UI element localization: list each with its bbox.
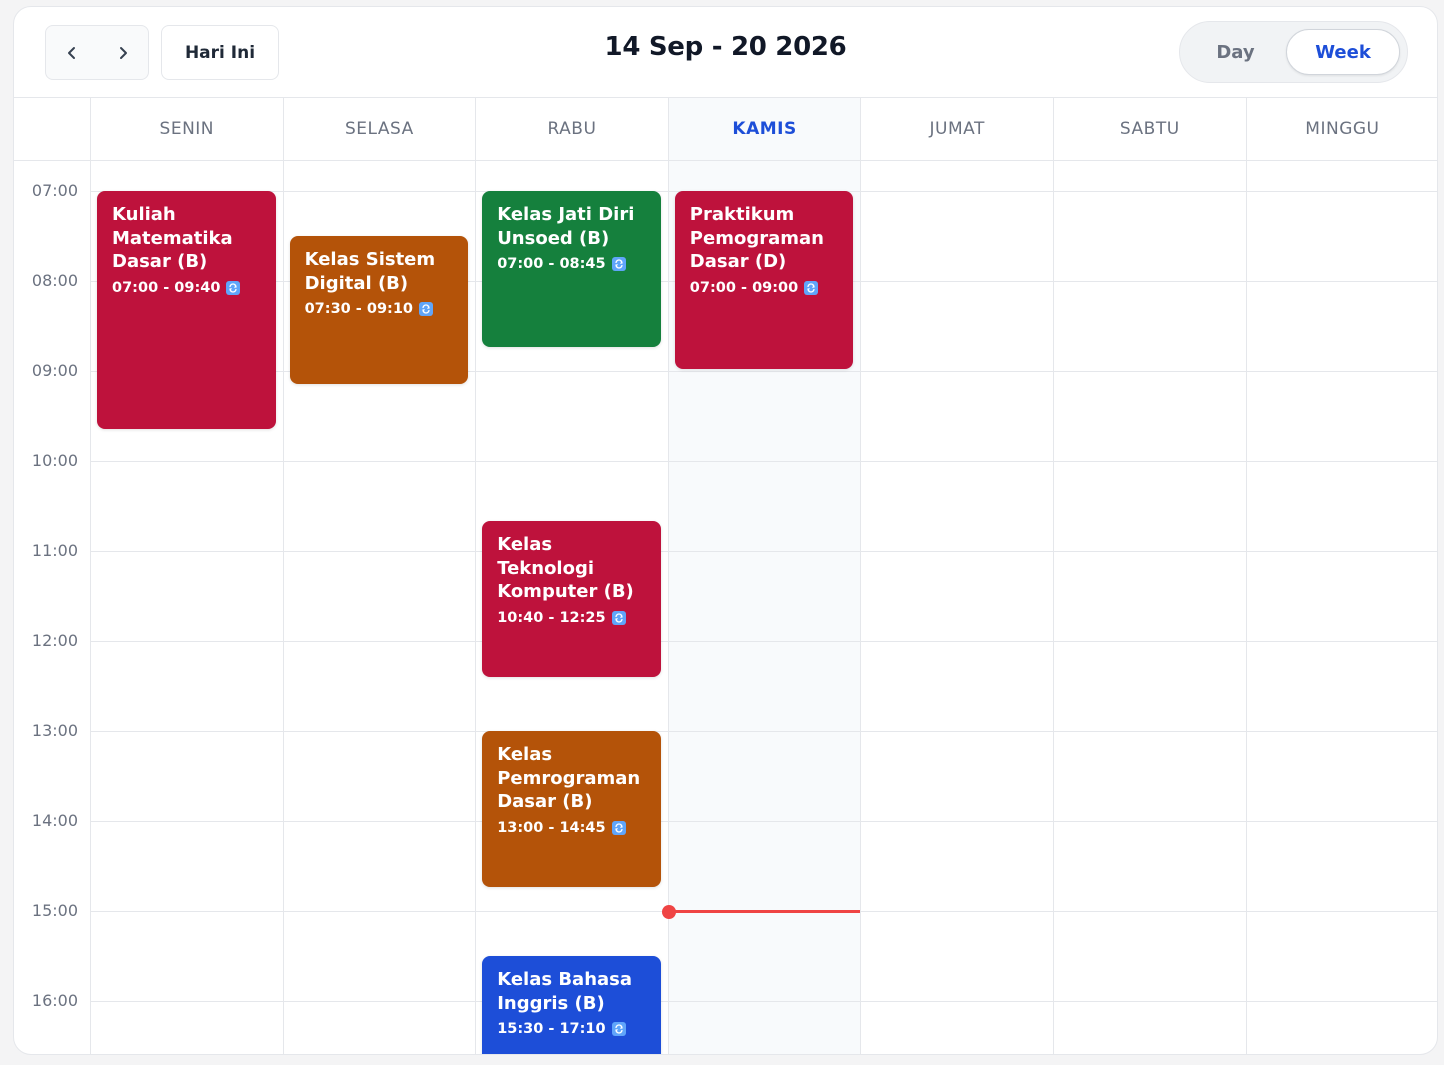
event-time: 07:30 - 09:10 [304,301,414,317]
recurring-icon [611,1022,626,1036]
chevron-left-icon [67,46,75,59]
recurring-icon [419,302,434,316]
event-time-row: 13:00 - 14:45 [497,820,651,836]
event-time-row: 07:00 - 09:00 [690,280,844,296]
event-card[interactable]: Kuliah Matematika Dasar (B) 07:00 - 09:40 [97,191,276,429]
hour-gridline [90,1001,1437,1002]
hour-gridline [90,641,1437,642]
event-title: Kelas Sistem Digital (B) [304,249,436,294]
calendar-toolbar: Hari Ini 14 Sep - 20 2026 Day Week [14,7,1437,97]
event-card[interactable]: Kelas Pemrograman Dasar (B) 13:00 - 14:45 [482,731,661,887]
day-header-kamis[interactable]: KAMIS [667,98,861,160]
event-card[interactable]: Kelas Teknologi Komputer (B) 10:40 - 12:2… [482,521,661,677]
day-header-row: SENIN SELASA RABU KAMIS JUMAT SABTU MINGGU [14,97,1437,161]
hour-label: 07:00 [31,181,78,200]
event-card[interactable]: Kelas Jati Diri Unsoed (B) 07:00 - 08:45 [482,191,661,347]
event-card[interactable]: Praktikum Pemograman Dasar (D) 07:00 - 09… [674,191,854,369]
hour-gridline [90,821,1437,822]
day-header-sabtu[interactable]: SABTU [1053,98,1246,160]
day-header-senin[interactable]: SENIN [90,98,283,160]
calendar-card: Hari Ini 14 Sep - 20 2026 Day Week SENIN… [13,6,1438,1055]
hour-label: 12:00 [31,631,78,650]
event-card[interactable]: Kelas Sistem Digital (B) 07:30 - 09:10 [289,236,469,384]
hour-label: 10:00 [31,451,78,470]
recurring-icon [226,280,241,295]
event-time: 15:30 - 17:10 [497,1021,606,1037]
view-toggle: Day Week [1179,21,1408,83]
event-time-row: 10:40 - 12:25 [497,610,651,626]
nav-button-group [45,25,149,80]
event-title: Kuliah Matematika Dasar (B) [112,204,233,272]
column-divider [667,161,669,1054]
column-divider [1245,161,1247,1054]
event-title: Kelas Bahasa Inggris (B) [497,969,633,1014]
week-grid: SENIN SELASA RABU KAMIS JUMAT SABTU MINGGU 07:… [14,97,1437,1054]
current-time-dot [661,904,676,919]
recurring-icon [804,280,819,295]
recurring-icon [611,257,626,271]
event-time-row: 07:00 - 09:40 [112,280,266,296]
event-time-row: 07:00 - 08:45 [497,256,651,272]
event-card[interactable]: Kelas Bahasa Inggris (B) 15:30 - 17:10 [482,956,661,1054]
next-week-button[interactable] [97,26,148,79]
column-divider [860,161,862,1054]
event-time-row: 15:30 - 17:10 [497,1021,651,1037]
header-corner [14,98,90,160]
week-view-button[interactable]: Week [1286,29,1400,75]
hour-label: 11:00 [31,541,78,560]
column-divider [90,161,91,1054]
event-title: Kelas Pemrograman Dasar (B) [497,744,641,812]
event-title: Praktikum Pemograman Dasar (D) [689,204,824,272]
day-view-button[interactable]: Day [1188,29,1283,75]
hour-label: 09:00 [31,361,78,380]
column-divider [282,161,284,1054]
recurring-icon [611,610,626,625]
recurring-icon [611,820,626,835]
hour-gridline [90,461,1437,462]
day-header-rabu[interactable]: RABU [475,98,668,160]
event-time: 07:00 - 08:45 [497,256,606,272]
day-header-selasa[interactable]: SELASA [282,98,476,160]
column-divider [1053,161,1054,1054]
chevron-right-icon [119,46,127,59]
hour-label: 13:00 [31,721,78,740]
event-time: 07:00 - 09:00 [689,279,799,296]
event-time: 07:00 - 09:40 [112,279,221,296]
hour-gridline [90,731,1437,732]
hour-gridline [90,551,1437,552]
column-divider [475,161,477,1054]
prev-week-button[interactable] [46,26,97,79]
day-header-jumat[interactable]: JUMAT [860,98,1053,160]
hour-label: 08:00 [31,271,78,290]
event-time: 13:00 - 14:45 [497,819,606,836]
hour-label: 14:00 [31,811,78,830]
hour-label: 16:00 [31,991,78,1010]
today-button[interactable]: Hari Ini [161,25,279,80]
day-header-minggu[interactable]: MINGGU [1245,98,1437,160]
current-time-line [667,910,861,913]
event-time-row: 07:30 - 09:10 [305,301,459,317]
hour-label: 15:00 [31,901,78,920]
event-time: 10:40 - 12:25 [497,609,606,626]
event-title: Kelas Jati Diri Unsoed (B) [497,204,635,249]
event-title: Kelas Teknologi Komputer (B) [497,534,634,602]
